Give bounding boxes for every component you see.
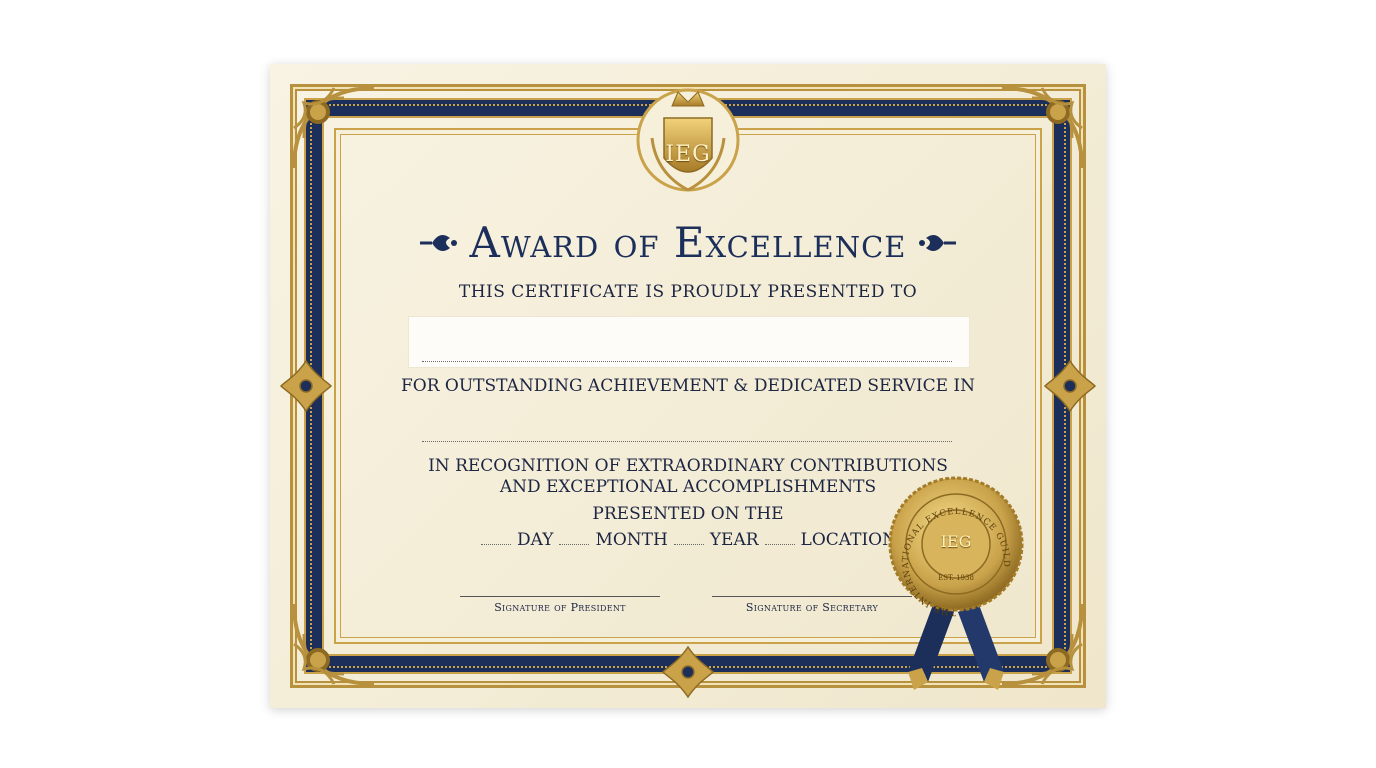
corner-ornament-icon <box>992 78 1092 178</box>
crest-emblem: IEG <box>636 78 740 208</box>
day-label: DAY <box>516 530 554 550</box>
crest-initials: IEG <box>665 142 711 167</box>
right-flourish-icon <box>919 234 957 251</box>
corner-ornament-icon <box>284 594 384 694</box>
side-fleuron-icon <box>1040 356 1100 416</box>
location-label: LOCATION <box>800 530 897 550</box>
seal-est-text: EST. 1938 <box>938 574 974 582</box>
gold-seal: THE INTERNATIONAL EXCELLENCE GUILD EST. … <box>888 472 1038 702</box>
dotted-fill <box>764 544 795 545</box>
title-row: Award of Excellence <box>370 218 1006 267</box>
signature-secretary: Signature of Secretary <box>712 596 912 614</box>
month-label: MONTH <box>595 530 668 550</box>
presented-to-text: THIS CERTIFICATE IS PROUDLY PRESENTED TO <box>458 282 918 302</box>
side-fleuron-icon <box>276 356 336 416</box>
dotted-fill <box>673 544 704 545</box>
certificate-title: Award of Excellence <box>469 218 907 267</box>
service-dotted-line <box>422 441 952 442</box>
dotted-fill <box>559 544 590 545</box>
seal-initials: IEG <box>940 532 972 551</box>
bottom-fleuron-icon <box>658 642 718 702</box>
left-flourish-icon <box>419 234 457 251</box>
year-label: YEAR <box>709 530 759 550</box>
signature-president: Signature of President <box>460 596 660 614</box>
name-dotted-line <box>422 361 952 362</box>
certificate-paper: IEG Award of Excellence THIS CERTIFICATE… <box>270 64 1106 708</box>
corner-ornament-icon <box>284 78 384 178</box>
dotted-fill <box>480 544 511 545</box>
for-achievement-text: FOR OUTSTANDING ACHIEVEMENT & DEDICATED … <box>400 376 975 396</box>
